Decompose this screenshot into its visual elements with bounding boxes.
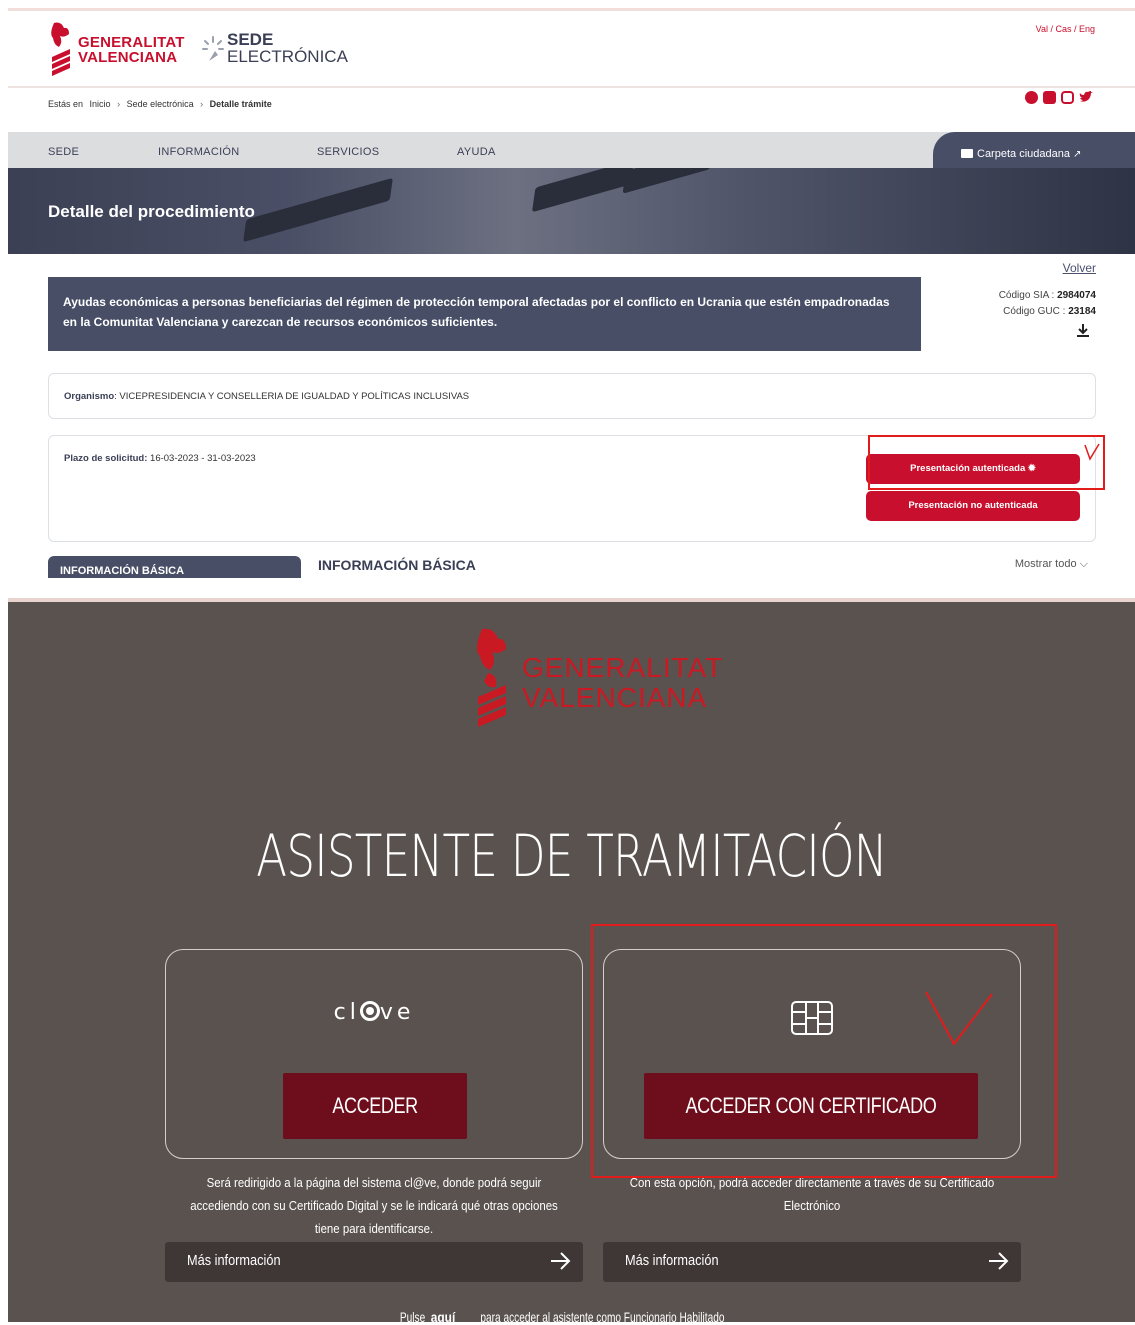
- sede-page-screenshot: GENERALITAT VALENCIANA SEDE ELECTRÓNICA …: [8, 8, 1135, 596]
- asistente-title: ASISTENTE DE TRAMITACIÓN: [256, 822, 887, 890]
- mostrar-todo-toggle[interactable]: Mostrar todo ⌵: [1015, 558, 1088, 571]
- organismo-text: Organismo: VICEPRESIDENCIA Y CONSELLERIA…: [64, 391, 469, 402]
- breadcrumb: Estás en Inicio › Sede electrónica › Det…: [48, 99, 276, 109]
- breadcrumb-prefix: Estás en: [48, 99, 84, 109]
- instagram-icon[interactable]: [1061, 91, 1074, 104]
- at-sign-icon: [359, 1001, 380, 1021]
- plazo-label: Plazo de solicitud:: [64, 453, 148, 464]
- guc-label: Código GUC :: [1003, 306, 1066, 317]
- generalitat-logo[interactable]: GENERALITAT VALENCIANA: [48, 21, 188, 81]
- annotation-check-mark: [1084, 443, 1100, 461]
- sia-label: Código SIA :: [998, 290, 1055, 301]
- gva-line2: VALENCIANA: [78, 49, 178, 66]
- clave-login-card: cl ve ACCEDER: [165, 949, 583, 1159]
- organismo-label: Organismo: [64, 391, 115, 402]
- clave-description-text: Será redirigido a la página del sistema …: [190, 1175, 558, 1236]
- annotation-highlight-box: [868, 435, 1105, 490]
- clave-logo-right: ve: [379, 1000, 415, 1025]
- download-icon[interactable]: [1076, 323, 1090, 337]
- clave-logo: cl ve: [166, 1000, 582, 1025]
- organismo-value: : VICEPRESIDENCIA Y CONSELLERIA DE IGUAL…: [114, 391, 470, 402]
- gva-line1: GENERALITAT: [78, 34, 185, 51]
- clave-mas-informacion[interactable]: Más información: [165, 1242, 583, 1282]
- gva-emblem-icon: [51, 22, 70, 76]
- header-divider: [8, 86, 1135, 88]
- annotation-check-mark: [925, 991, 993, 1046]
- breadcrumb-inicio[interactable]: Inicio: [90, 99, 111, 109]
- nav-servicios[interactable]: SERVICIOS: [317, 146, 379, 158]
- nav-informacion[interactable]: INFORMACIÓN: [158, 146, 240, 158]
- gva-large-line2: VALENCIANA: [522, 682, 708, 713]
- social-links: [1025, 91, 1093, 104]
- breadcrumb-chevron-icon: ›: [200, 99, 204, 109]
- breadcrumb-chevron-icon: ›: [117, 99, 121, 109]
- nav-ayuda[interactable]: AYUDA: [457, 146, 496, 158]
- facebook-icon[interactable]: [1025, 91, 1038, 104]
- annotation-highlight-box: [591, 924, 1057, 1178]
- breadcrumb-current: Detalle trámite: [209, 99, 272, 109]
- asistente-tramitacion-screenshot: GENERALITAT VALENCIANA ASISTENTE DE TRAM…: [8, 598, 1135, 1325]
- procedure-title-box: Ayudas económicas a personas beneficiari…: [48, 277, 921, 351]
- generalitat-logo-large: GENERALITAT VALENCIANA: [472, 627, 772, 737]
- organismo-card: Organismo: VICEPRESIDENCIA Y CONSELLERIA…: [48, 373, 1096, 419]
- gva-emblem-icon: [476, 628, 506, 727]
- youtube-icon[interactable]: [1043, 91, 1056, 104]
- procedure-codes: Código SIA : 2984074 Código GUC : 23184: [999, 288, 1096, 320]
- procedure-title: Ayudas económicas a personas beneficiari…: [63, 295, 890, 329]
- presentacion-no-autenticada-button[interactable]: Presentación no autenticada: [866, 491, 1080, 521]
- tab-informacion-basica[interactable]: INFORMACIÓN BÁSICA: [48, 556, 301, 578]
- funcionario-suffix: para acceder al asistente como Funcionar…: [479, 1309, 724, 1325]
- external-link-icon: ↗: [1073, 149, 1082, 160]
- hero-keyboard-decoration: [313, 177, 393, 223]
- twitter-icon[interactable]: [1079, 91, 1093, 104]
- acceder-clave-button[interactable]: ACCEDER: [283, 1073, 467, 1139]
- hero-keyboard-decoration: [243, 197, 323, 243]
- sede-line1: SEDE: [227, 30, 274, 49]
- funcionario-line: Pulse aquí para acceder al asistente com…: [8, 1309, 1135, 1325]
- clave-description: Será redirigido a la página del sistema …: [165, 1171, 583, 1240]
- hero-banner: Detalle del procedimiento: [8, 168, 1135, 254]
- arrow-right-icon: [551, 1252, 571, 1270]
- language-selector[interactable]: Val / Cas / Eng: [1036, 24, 1095, 34]
- plazo-text: Plazo de solicitud: 16-03-2023 - 31-03-2…: [64, 453, 256, 464]
- clave-logo-left: cl: [333, 1000, 360, 1025]
- sia-value: 2984074: [1057, 290, 1096, 301]
- sede-electronica-logo: SEDE ELECTRÓNICA: [227, 31, 348, 65]
- sede-sparkle-icon: [202, 36, 224, 61]
- volver-link[interactable]: Volver: [1063, 261, 1096, 275]
- mostrar-todo-label: Mostrar todo: [1014, 558, 1077, 570]
- acceder-clave-label: ACCEDER: [332, 1093, 418, 1118]
- gva-logo-text-large: GENERALITAT VALENCIANA: [522, 653, 723, 713]
- hero-title: Detalle del procedimiento: [48, 202, 255, 221]
- arrow-right-icon: [989, 1252, 1009, 1270]
- gva-large-line1: GENERALITAT: [522, 652, 724, 683]
- guc-value: 23184: [1068, 306, 1096, 317]
- clave-mas-info-label: Más información: [187, 1252, 281, 1269]
- hero-keyboard-decoration: [531, 168, 635, 213]
- plazo-value: 16-03-2023 - 31-03-2023: [150, 453, 256, 464]
- funcionario-link[interactable]: aquí: [431, 1309, 455, 1325]
- breadcrumb-sede[interactable]: Sede electrónica: [127, 99, 194, 109]
- sede-line2: ELECTRÓNICA: [227, 47, 348, 66]
- funcionario-prefix: Pulse: [399, 1309, 426, 1325]
- no-auth-button-label: Presentación no autenticada: [908, 500, 1038, 511]
- cert-mas-informacion[interactable]: Más información: [603, 1242, 1021, 1282]
- chevron-down-icon: ⌵: [1079, 558, 1088, 570]
- cert-mas-info-label: Más información: [625, 1252, 719, 1269]
- gva-logo-text: GENERALITAT VALENCIANA: [78, 35, 185, 65]
- section-title: INFORMACIÓN BÁSICA: [318, 557, 476, 573]
- carpeta-label: Carpeta ciudadana: [977, 148, 1070, 160]
- hero-keyboard-decoration: [622, 168, 714, 194]
- folder-icon: [961, 149, 973, 158]
- nav-sede[interactable]: SEDE: [48, 146, 79, 158]
